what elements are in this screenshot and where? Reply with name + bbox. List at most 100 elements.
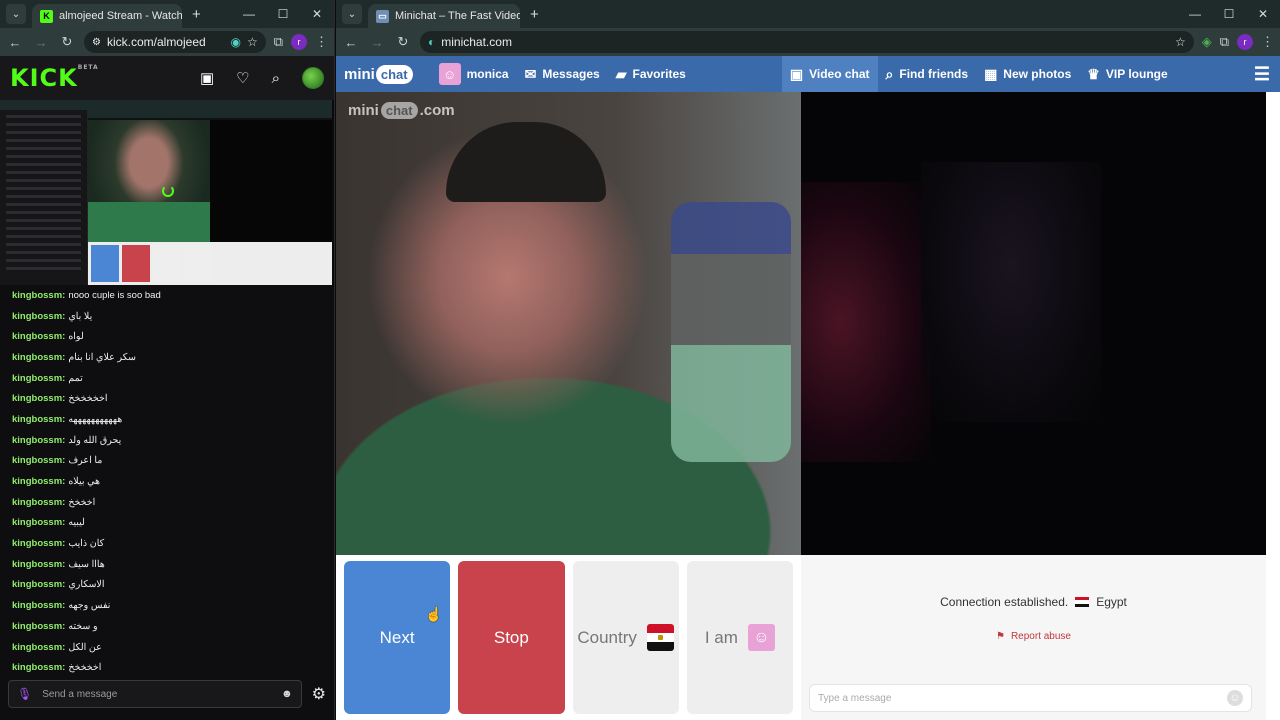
address-bar[interactable]: ◐ minichat.com ☆ bbox=[420, 31, 1194, 53]
chat-username[interactable]: kingbossm: bbox=[12, 559, 65, 570]
nav-messages[interactable]: ✉ Messages bbox=[517, 56, 608, 92]
chat-username[interactable]: kingbossm: bbox=[12, 579, 65, 590]
nav-find-friends[interactable]: ⌕ Find friends bbox=[878, 56, 977, 92]
emoji-icon[interactable]: ☺ bbox=[1227, 690, 1243, 706]
tab-minichat[interactable]: ▭ Minichat – The Fast Video C ◉ ✕ bbox=[368, 4, 520, 28]
maximize-button[interactable]: ☐ bbox=[1212, 0, 1246, 28]
chat-username[interactable]: kingbossm: bbox=[12, 435, 65, 446]
message-input[interactable]: Type a message ☺ bbox=[809, 684, 1252, 712]
bookmark-star-icon[interactable]: ☆ bbox=[1175, 35, 1186, 49]
new-tab-button[interactable]: + bbox=[530, 6, 539, 23]
forward-icon[interactable]: → bbox=[368, 35, 386, 50]
chat-text: تمم bbox=[68, 372, 83, 384]
chat-username[interactable]: kingbossm: bbox=[12, 600, 65, 611]
minichat-favicon-icon: ▭ bbox=[376, 9, 389, 23]
close-window-button[interactable]: ✕ bbox=[1246, 0, 1280, 28]
close-window-button[interactable]: ✕ bbox=[300, 0, 334, 28]
stream-video-frame bbox=[0, 100, 332, 285]
minichat-logo[interactable]: mini chat bbox=[344, 64, 413, 84]
next-button[interactable]: Next bbox=[344, 561, 451, 714]
chat-username[interactable]: kingbossm: bbox=[12, 538, 65, 549]
chat-username[interactable]: kingbossm: bbox=[12, 455, 65, 466]
chat-text: يلا باي bbox=[68, 310, 93, 322]
tab-search-button[interactable]: ⌄ bbox=[6, 4, 26, 24]
profile-avatar[interactable]: r bbox=[1237, 34, 1253, 50]
chat-message: kingbossm: هههههههههههه bbox=[12, 409, 322, 430]
chat-username[interactable]: kingbossm: bbox=[12, 517, 65, 528]
partner-country: Egypt bbox=[1096, 595, 1127, 609]
nav-user-profile[interactable]: ☺ monica bbox=[431, 56, 517, 92]
minimize-button[interactable]: — bbox=[232, 0, 266, 28]
chat-username[interactable]: kingbossm: bbox=[12, 476, 65, 487]
bookmark-icon: ▰ bbox=[615, 65, 627, 82]
chat-message: kingbossm: هااا سيف bbox=[12, 554, 322, 575]
menu-icon[interactable]: ⋮ bbox=[1261, 34, 1274, 50]
chat-text: الاسكاري bbox=[68, 579, 105, 591]
site-info-icon[interactable]: ◐ bbox=[428, 35, 435, 49]
extensions-icon[interactable]: ⧉ bbox=[1220, 34, 1229, 50]
minimize-button[interactable]: — bbox=[1178, 0, 1212, 28]
user-avatar[interactable] bbox=[302, 67, 324, 89]
chat-message: kingbossm: اخخخخخخ bbox=[12, 388, 322, 409]
stop-button[interactable]: Stop bbox=[458, 561, 565, 714]
gender-select-button[interactable]: I am ☺ bbox=[686, 561, 793, 714]
new-tab-button[interactable]: + bbox=[192, 6, 201, 23]
chat-settings-gear-icon[interactable]: ⚙ bbox=[312, 684, 326, 704]
kick-favicon-icon: K bbox=[40, 9, 53, 23]
chat-text: عن الكل bbox=[68, 641, 102, 653]
chat-message: kingbossm: عن الكل bbox=[12, 637, 322, 658]
maximize-button[interactable]: ☐ bbox=[266, 0, 300, 28]
tab-search-button[interactable]: ⌄ bbox=[342, 4, 362, 24]
nav-video-chat[interactable]: ▣ Video chat bbox=[781, 56, 878, 92]
back-icon[interactable]: ← bbox=[342, 35, 360, 50]
reload-icon[interactable]: ↻ bbox=[58, 34, 76, 50]
stream-player[interactable] bbox=[0, 100, 334, 285]
emoji-icon[interactable]: ☻ bbox=[281, 688, 293, 700]
chat-username[interactable]: kingbossm: bbox=[12, 373, 65, 384]
kick-logo[interactable]: KICKBETA bbox=[10, 64, 99, 92]
back-icon[interactable]: ← bbox=[6, 35, 24, 50]
report-abuse-link[interactable]: ⚑ Report abuse bbox=[801, 631, 1266, 642]
tab-kick-stream[interactable]: K almojeed Stream - Watch Live o ✕ bbox=[32, 4, 182, 28]
tab-title: Minichat – The Fast Video C bbox=[395, 10, 520, 22]
hamburger-menu-icon[interactable]: ☰ bbox=[1254, 64, 1270, 85]
country-filter-button[interactable]: Country bbox=[572, 561, 679, 714]
browse-icon[interactable]: ▣ bbox=[200, 69, 214, 87]
chat-username[interactable]: kingbossm: bbox=[12, 290, 65, 301]
chat-username[interactable]: kingbossm: bbox=[12, 642, 65, 653]
chat-username[interactable]: kingbossm: bbox=[12, 393, 65, 404]
nav-new-photos[interactable]: ▦ New photos bbox=[976, 56, 1079, 92]
chat-username[interactable]: kingbossm: bbox=[12, 331, 65, 342]
forward-icon[interactable]: → bbox=[32, 35, 50, 50]
nav-vip-lounge[interactable]: ♛ VIP lounge bbox=[1079, 56, 1175, 92]
chat-message: kingbossm: nooo cuple is soo bad bbox=[12, 285, 322, 306]
chat-text: ما اعرف bbox=[68, 455, 103, 467]
microphone-icon[interactable]: 🎙 bbox=[17, 687, 32, 701]
chat-text: هااا سيف bbox=[68, 558, 105, 570]
chat-username[interactable]: kingbossm: bbox=[12, 497, 65, 508]
chat-username[interactable]: kingbossm: bbox=[12, 414, 65, 425]
chat-message: kingbossm: هي بيلاه bbox=[12, 471, 322, 492]
site-info-icon[interactable]: ⚙ bbox=[92, 37, 101, 48]
address-bar[interactable]: ⚙ kick.com/almojeed ◉ ☆ bbox=[84, 31, 266, 53]
menu-icon[interactable]: ⋮ bbox=[315, 34, 328, 50]
chat-username[interactable]: kingbossm: bbox=[12, 311, 65, 322]
profile-avatar[interactable]: r bbox=[291, 34, 307, 50]
bookmark-star-icon[interactable]: ☆ bbox=[247, 35, 258, 49]
envelope-icon: ✉ bbox=[524, 65, 537, 82]
chat-text: لواه bbox=[68, 331, 84, 343]
lens-icon[interactable]: ◉ bbox=[230, 35, 240, 49]
send-message-field[interactable]: 🎙 Send a message ☻ bbox=[8, 680, 302, 708]
chat-text: هههههههههههه bbox=[68, 413, 123, 425]
connection-status: Connection established. Egypt bbox=[940, 595, 1127, 609]
reload-icon[interactable]: ↻ bbox=[394, 34, 412, 50]
extension-badge-icon[interactable]: ◈ bbox=[1202, 34, 1212, 50]
nav-favorites[interactable]: ▰ Favorites bbox=[608, 56, 694, 92]
chat-username[interactable]: kingbossm: bbox=[12, 621, 65, 632]
search-icon[interactable]: ⌕ bbox=[272, 70, 280, 87]
chat-message: kingbossm: ما اعرف bbox=[12, 451, 322, 472]
kick-header: KICKBETA ▣ ♡ ⌕ bbox=[0, 56, 334, 100]
extensions-icon[interactable]: ⧉ bbox=[274, 34, 283, 50]
chat-username[interactable]: kingbossm: bbox=[12, 352, 65, 363]
following-heart-icon[interactable]: ♡ bbox=[236, 69, 249, 87]
